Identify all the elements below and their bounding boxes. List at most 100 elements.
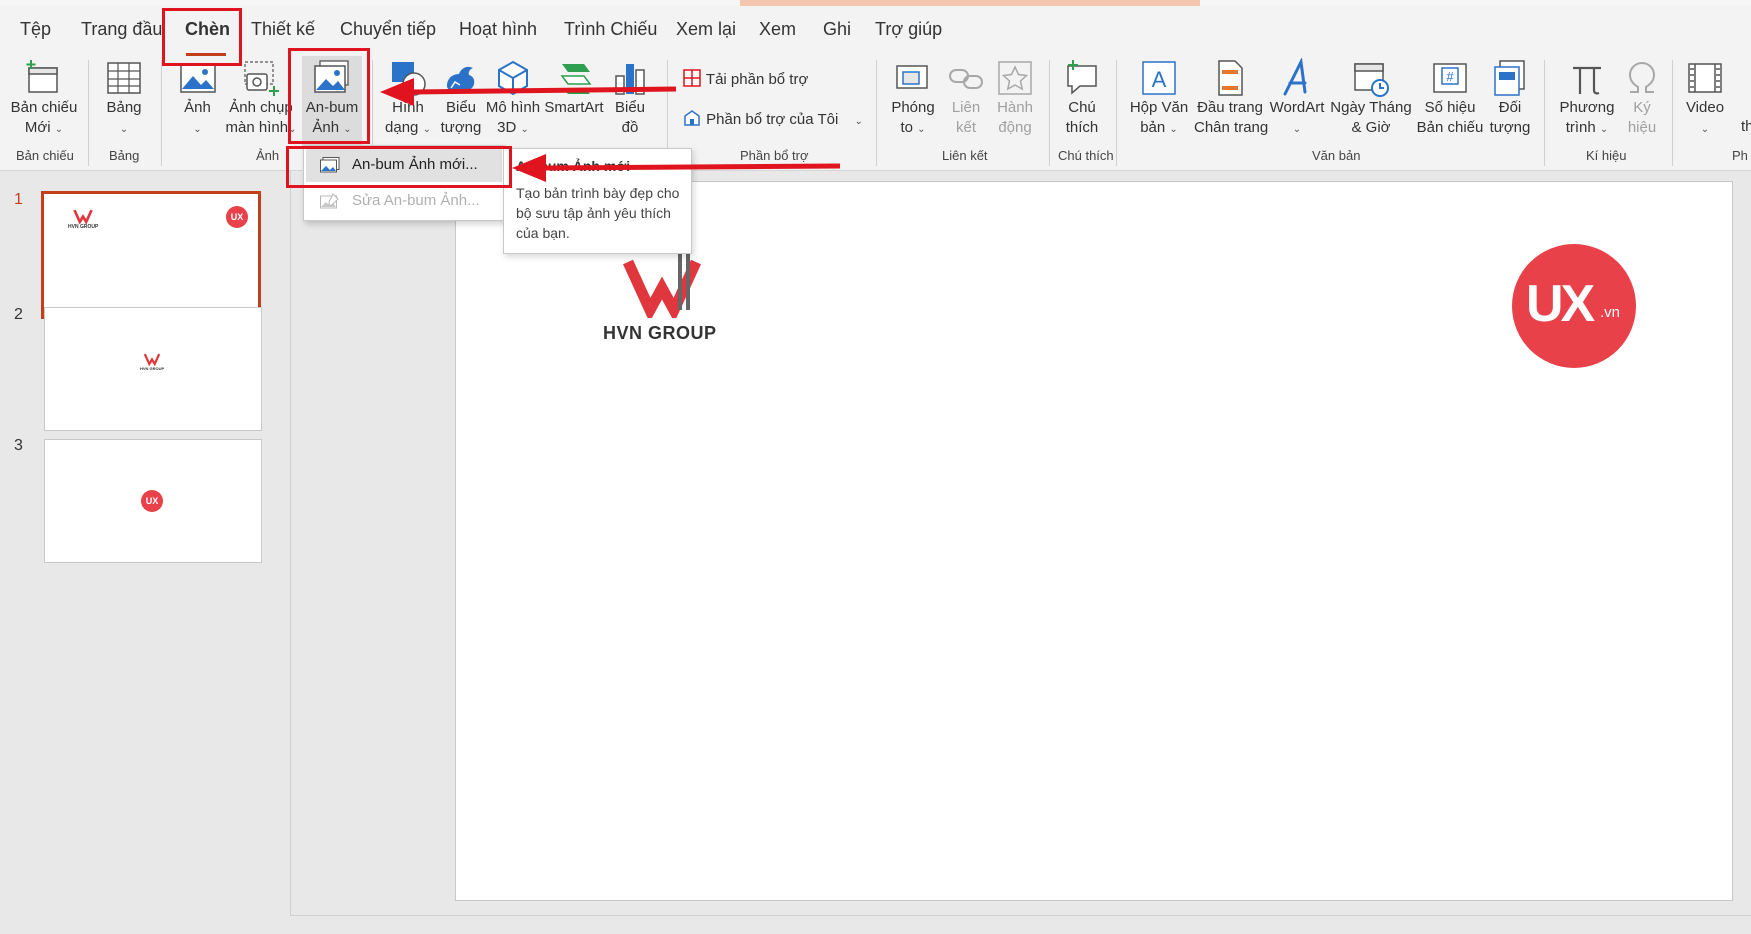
new-slide-label-1: Bản chiếu [10,99,78,116]
icons-label-1: Biểu [445,99,477,116]
smartart-label: SmartArt [544,99,604,116]
equation-button[interactable]: Phương trình ⌄ [1552,56,1622,146]
edit-photo-album-item[interactable]: Sửa An-bum Ảnh... [306,184,502,218]
tab-slideshow[interactable]: Trình Chiếu [564,19,657,40]
symbol-label-2: hiệu [1627,119,1657,136]
shapes-label-1: Hình [392,99,424,116]
header-footer-icon [1218,60,1243,96]
chart-button[interactable]: Biểu đồ [606,56,654,146]
chevron-down-icon: ⌄ [119,124,129,135]
header-footer-button[interactable]: Đầu trang Chân trang [1194,56,1268,146]
chevron-down-icon: ⌄ [854,116,863,127]
table-label: Bảng [106,99,142,116]
textbox-icon: A [1142,61,1176,95]
symbol-label-1: Ký [1633,99,1651,116]
comment-button[interactable]: Chú thích [1055,56,1109,146]
slide-number-label-1: Số hiệu [1424,99,1476,116]
wordart-button[interactable]: WordArt ⌄ [1266,56,1328,146]
comment-label-1: Chú [1068,99,1096,116]
chart-label-1: Biểu [614,99,646,116]
action-label-2: động [998,119,1032,136]
image-button[interactable]: Ảnh ⌄ [170,56,225,146]
omega-icon [1628,62,1656,93]
textbox-label-1: Hộp Văn [1129,99,1189,116]
hvn-logo-thumb [73,209,93,224]
slide-thumbnail-2[interactable]: HVN GROUP [44,307,262,431]
chevron-down-icon: ⌄ [193,124,202,135]
video-label: Video [1685,99,1725,116]
chevron-down-icon: ⌄ [917,124,926,135]
tooltip-title: An-bum Ảnh mới [516,158,631,174]
get-addins-button[interactable]: Tải phần bổ trợ [682,68,808,88]
action-button[interactable]: Hành động [989,56,1041,146]
group-label-tables: Bảng [109,148,140,163]
object-button[interactable]: Đối tượng [1486,56,1534,146]
image-label: Ảnh [184,99,211,116]
group-label-addins: Phần bổ trợ [740,148,809,163]
screenshot-button[interactable]: Ảnh chụp màn hình⌄ [225,56,297,146]
addins-store-icon [683,69,701,87]
tab-home[interactable]: Trang đầu [81,19,162,40]
get-addins-label: Tải phần bổ trợ [705,71,809,88]
date-time-button[interactable]: Ngày Tháng & Giờ [1328,56,1414,146]
group-label-media-cut: Ph [1732,148,1748,163]
link-label-1: Liên [951,99,981,116]
group-label-images: Ảnh [256,148,280,163]
photo-album-tooltip: An-bum Ảnh mới Tạo bản trình bày đẹp cho… [503,148,692,254]
table-button[interactable]: Bảng ⌄ [94,56,154,146]
link-icon [949,69,983,89]
slide-number-button[interactable]: # Số hiệu Bản chiếu [1414,56,1486,146]
slide-number-1: 1 [14,191,23,208]
icons-button[interactable]: Biểu tượng [438,56,484,146]
group-label-slides: Bản chiếu [16,148,74,163]
slide-thumbnail-pane: 1 HVN GROUP UX 2 HVN GROUP 3 UX [0,171,291,933]
notes-pane[interactable] [290,915,1751,934]
link-button[interactable]: Liên kết [943,56,989,146]
group-separator [88,60,89,166]
screenshot-label-2: màn hình [225,119,289,136]
group-separator [1049,60,1050,166]
ux-thumb-text: UX [230,212,244,222]
tab-record[interactable]: Ghi [823,19,851,40]
hvn-group-logo [623,250,701,318]
wordart-icon [1283,58,1307,96]
highlight-new-album-item [286,146,512,188]
tab-animations[interactable]: Hoạt hình [459,19,537,40]
my-addins-button[interactable]: Phần bổ trợ của Tôi ⌄ [682,108,863,128]
slide-thumbnail-1[interactable]: HVN GROUP UX [41,191,261,319]
group-label-comments: Chú thích [1058,148,1114,163]
tab-file[interactable]: Tệp [20,19,51,40]
date-time-label-2: & Giờ [1351,119,1391,136]
zoom-icon [896,65,928,89]
ribbon-tabs: Tệp Trang đầu Chèn Thiết kế Chuyển tiếp … [0,6,1751,56]
zoom-label-2: to [900,119,913,136]
tab-review[interactable]: Xem lại [676,19,736,40]
chevron-down-icon: ⌄ [1700,124,1710,135]
group-label-text: Văn bản [1312,148,1361,163]
hvn-thumb-text: HVN GROUP [68,224,99,230]
slide-thumbnail-3[interactable]: UX [44,439,262,563]
3d-models-label-2: 3D [497,119,517,136]
new-slide-button[interactable]: Bản chiếu Mới ⌄ [6,56,82,146]
video-button[interactable]: Video ⌄ [1680,56,1730,146]
date-time-label-1: Ngày Tháng [1330,99,1412,116]
tab-design[interactable]: Thiết kế [251,19,315,40]
shapes-button[interactable]: Hình dạng ⌄ [378,56,438,146]
tab-help[interactable]: Trợ giúp [875,19,942,40]
tab-transitions[interactable]: Chuyển tiếp [340,19,436,40]
group-label-symbols: Kí hiệu [1586,148,1627,163]
object-icon [1494,60,1525,96]
screenshot-label-1: Ảnh chụp [229,99,293,116]
group-separator [876,60,877,166]
chart-label-2: đồ [621,119,639,136]
ux-thumb-text: UX [145,496,159,506]
3d-models-button[interactable]: Mô hình 3D ⌄ [484,56,542,146]
tab-view[interactable]: Xem [759,19,796,40]
symbol-button[interactable]: Ký hiệu [1622,56,1662,146]
smartart-button[interactable]: SmartArt [542,56,606,146]
zoom-button[interactable]: Phóng to ⌄ [883,56,943,146]
textbox-button[interactable]: A Hộp Văn bản ⌄ [1124,56,1194,146]
comment-icon [1067,60,1097,95]
hvn-thumb-text: HVN GROUP [140,366,165,371]
chevron-down-icon: ⌄ [520,124,529,135]
